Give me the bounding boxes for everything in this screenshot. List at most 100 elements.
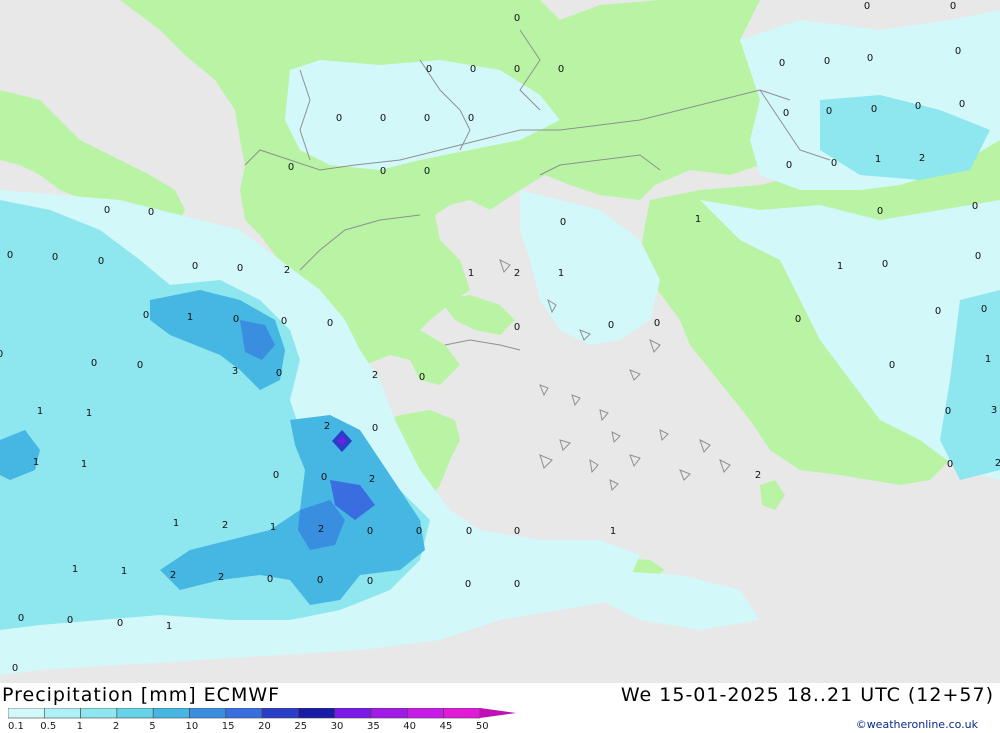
map-value-label: 0 xyxy=(654,318,660,329)
map-value-label: 0 xyxy=(7,250,13,261)
map-value-label: 2 xyxy=(284,265,290,276)
map-value-label: 0 xyxy=(877,206,883,217)
map-value-label: 0 xyxy=(945,406,951,417)
map-title: Precipitation [mm] ECMWF xyxy=(2,684,281,706)
map-value-label: 0 xyxy=(786,160,792,171)
map-value-label: 1 xyxy=(187,312,193,323)
map-value-label: 0 xyxy=(560,217,566,228)
map-value-label: 2 xyxy=(318,524,324,535)
map-value-label: 1 xyxy=(558,268,564,279)
map-value-label: 0 xyxy=(367,576,373,587)
scale-label: 10 xyxy=(186,721,199,730)
map-value-label: 0 xyxy=(975,251,981,262)
map-value-label: 2 xyxy=(919,153,925,164)
map-value-label: 2 xyxy=(995,458,1000,469)
map-value-label: 0 xyxy=(972,201,978,212)
map-value-label: 2 xyxy=(514,268,520,279)
scale-swatch xyxy=(370,708,408,719)
map-value-label: 0 xyxy=(18,613,24,624)
scale-label: 30 xyxy=(331,721,344,730)
scale-swatch xyxy=(298,708,335,719)
map-value-label: 0 xyxy=(947,459,953,470)
map-value-label: 0 xyxy=(468,113,474,124)
map-value-label: 0 xyxy=(826,106,832,117)
map-value-label: 1 xyxy=(166,621,172,632)
map-value-label: 1 xyxy=(37,406,43,417)
map-value-label: 0 xyxy=(91,358,97,369)
map-value-label: 0 xyxy=(336,113,342,124)
map-value-label: 0 xyxy=(470,64,476,75)
scale-swatch xyxy=(116,708,154,719)
credit-link[interactable]: ©weatheronline.co.uk xyxy=(856,718,978,731)
map-value-label: 1 xyxy=(875,154,881,165)
map-value-label: 0 xyxy=(137,360,143,371)
map-value-label: 1 xyxy=(173,518,179,529)
scale-label: 35 xyxy=(367,721,380,730)
map-value-label: 0 xyxy=(367,526,373,537)
map-value-label: 0 xyxy=(233,314,239,325)
scale-label: 25 xyxy=(294,721,307,730)
scale-swatch xyxy=(261,708,299,719)
scale-swatch xyxy=(43,708,81,719)
map-value-label: 1 xyxy=(121,566,127,577)
map-value-label: 1 xyxy=(86,408,92,419)
scale-label: 40 xyxy=(403,721,416,730)
scale-arrow xyxy=(479,708,517,718)
map-value-label: 0 xyxy=(466,526,472,537)
map-value-label: 3 xyxy=(991,405,997,416)
scale-swatch xyxy=(189,708,227,719)
map-value-label: 2 xyxy=(755,470,761,481)
map-value-label: 1 xyxy=(468,268,474,279)
map-value-label: 1 xyxy=(837,261,843,272)
map-value-label: 0 xyxy=(955,46,961,57)
scale-swatch xyxy=(443,708,481,719)
map-value-label: 0 xyxy=(514,526,520,537)
map-value-label: 0 xyxy=(514,322,520,333)
map-value-label: 0 xyxy=(416,526,422,537)
map-value-label: 0 xyxy=(104,205,110,216)
map-value-label: 0 xyxy=(831,158,837,169)
map-value-label: 1 xyxy=(695,214,701,225)
footer: Precipitation [mm] ECMWF We 15-01-2025 1… xyxy=(0,683,1000,733)
scale-swatch xyxy=(80,708,118,719)
map-value-label: 0 xyxy=(950,1,956,12)
map-value-label: 0 xyxy=(783,108,789,119)
map-value-label: 2 xyxy=(218,572,224,583)
map-value-label: 0 xyxy=(864,1,870,12)
map-value-label: 1 xyxy=(270,522,276,533)
scale-label: 20 xyxy=(258,721,271,730)
scale-swatch xyxy=(334,708,372,719)
map-value-label: 0 xyxy=(779,58,785,69)
map-value-label: 0 xyxy=(867,53,873,64)
map-value-label: 0 xyxy=(424,166,430,177)
scale-label: 0.5 xyxy=(40,721,56,730)
scale-label: 45 xyxy=(440,721,453,730)
map-value-label: 3 xyxy=(232,366,238,377)
map-value-label: 0 xyxy=(824,56,830,67)
map-value-label: 2 xyxy=(222,520,228,531)
map-value-label: 0 xyxy=(267,574,273,585)
scale-label: 1 xyxy=(77,721,83,730)
map-value-label: 0 xyxy=(871,104,877,115)
map-value-label: 0 xyxy=(98,256,104,267)
map-value-label: 1 xyxy=(33,457,39,468)
map-value-label: 2 xyxy=(372,370,378,381)
map-value-label: 0 xyxy=(795,314,801,325)
precipitation-map: 0 0 0 0 0 0 0 0 0 0 0 0 0 0 0 0 0 1 2 0 0 0 0 0 0 0 0 0 0 0 1 1 0 0 0 0 0 0 0 0… xyxy=(0,0,1000,683)
map-value-label: 0 xyxy=(288,162,294,173)
map-value-label: 0 xyxy=(608,320,614,331)
map-value-label: 2 xyxy=(324,421,330,432)
map-value-label: 0 xyxy=(380,166,386,177)
map-value-label: 0 xyxy=(12,663,18,674)
map-value-label: 0 xyxy=(981,304,987,315)
map-value-label: 0 xyxy=(237,263,243,274)
map-value-label: 0 xyxy=(889,360,895,371)
map-value-label: 0 xyxy=(317,575,323,586)
map-value-label: 0 xyxy=(426,64,432,75)
map-value-label: 0 xyxy=(915,101,921,112)
map-value-label: 0 xyxy=(465,579,471,590)
color-scale: 0.1 0.5 1 2 5 10 15 20 25 30 35 40 45 50 xyxy=(8,708,517,730)
scale-label: 15 xyxy=(222,721,235,730)
map-value-label: 1 xyxy=(610,526,616,537)
scale-swatch xyxy=(406,708,444,719)
